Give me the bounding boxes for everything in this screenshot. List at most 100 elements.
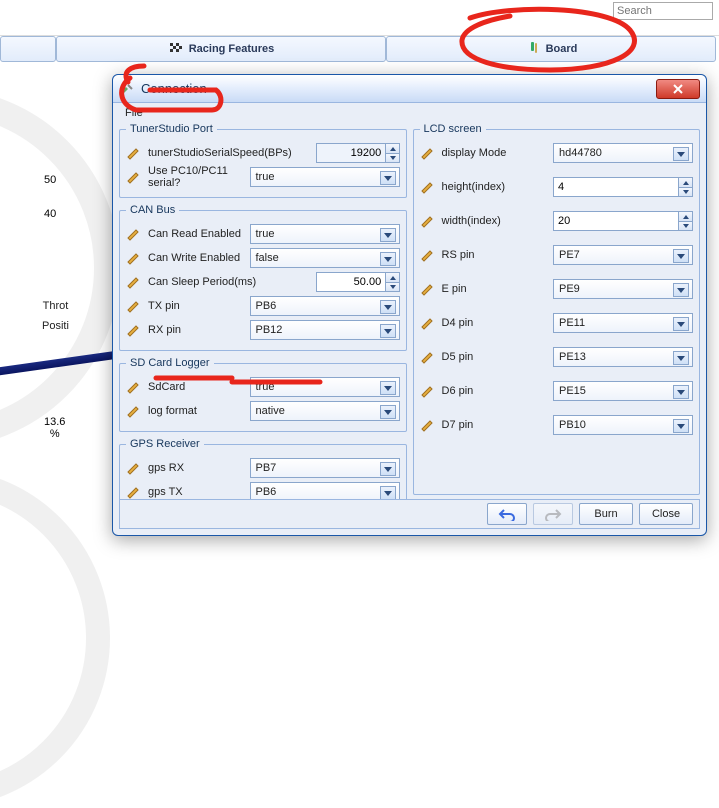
group-legend: TunerStudio Port: [126, 123, 217, 135]
tools-icon: [525, 41, 541, 57]
lcd-rs-combo[interactable]: PE7: [553, 245, 693, 265]
tab-unknown-left[interactable]: [0, 36, 56, 62]
field-label: Can Write Enabled: [146, 252, 246, 264]
can-read-combo[interactable]: true: [250, 224, 400, 244]
dialog-title: Connection: [141, 81, 207, 96]
connection-icon: [119, 81, 135, 97]
dialog-footer: Burn Close: [119, 499, 700, 529]
field-label: D6 pin: [440, 385, 550, 397]
field-label: gps TX: [146, 486, 246, 498]
sdcard-combo[interactable]: true: [250, 377, 400, 397]
pencil-icon: [420, 349, 436, 365]
pencil-icon: [126, 298, 142, 314]
gauge-background: 50 40 Throt Positi 13.6 %: [0, 68, 110, 528]
pencil-icon: [126, 226, 142, 242]
lcd-d5-combo[interactable]: PE13: [553, 347, 693, 367]
pencil-icon: [420, 315, 436, 331]
pencil-icon: [126, 322, 142, 338]
lcd-d4-combo[interactable]: PE11: [553, 313, 693, 333]
spin-up[interactable]: [386, 273, 398, 283]
pencil-icon: [420, 179, 436, 195]
dialog-titlebar[interactable]: Connection: [113, 75, 706, 103]
redo-icon: [544, 507, 562, 521]
gauge-title: Positi: [42, 316, 69, 336]
field-label: display Mode: [440, 147, 550, 159]
pencil-icon: [126, 274, 142, 290]
menu-file[interactable]: File: [119, 105, 149, 121]
field-label: height(index): [440, 181, 550, 193]
group-sd-card-logger: SD Card Logger SdCardtrue log formatnati…: [119, 357, 407, 432]
flag-icon: [168, 41, 184, 57]
pencil-icon: [420, 213, 436, 229]
tab-bar: Racing Features Board: [0, 36, 719, 62]
group-can-bus: CAN Bus Can Read Enabled true Can Write E…: [119, 204, 407, 351]
can-tx-combo[interactable]: PB6: [250, 296, 400, 316]
field-label: tunerStudioSerialSpeed(BPs): [146, 147, 312, 159]
lcd-e-combo[interactable]: PE9: [553, 279, 693, 299]
group-lcd-screen: LCD screen display Modehd44780 height(in…: [413, 123, 701, 495]
field-label: gps RX: [146, 462, 246, 474]
lcd-height-input[interactable]: [553, 177, 693, 197]
pencil-icon: [126, 403, 142, 419]
field-label: D5 pin: [440, 351, 550, 363]
spin-down[interactable]: [386, 154, 398, 163]
gauge-tick: 40: [44, 208, 56, 220]
field-label: RX pin: [146, 324, 246, 336]
gauge-value: 13.6: [44, 416, 65, 428]
redo-button[interactable]: [533, 503, 573, 525]
button-label: Close: [652, 508, 680, 520]
tab-board[interactable]: Board: [386, 36, 716, 62]
lcd-width-input[interactable]: [553, 211, 693, 231]
gauge-tick: 50: [44, 174, 56, 186]
search-box[interactable]: [613, 2, 713, 20]
spin-down[interactable]: [679, 188, 692, 197]
field-label: Can Read Enabled: [146, 228, 246, 240]
close-icon: [672, 84, 684, 94]
spin-up[interactable]: [679, 212, 692, 222]
pencil-icon: [126, 250, 142, 266]
tuner-speed-input[interactable]: [316, 143, 400, 163]
spin-down[interactable]: [386, 283, 398, 292]
usepc-combo[interactable]: true: [250, 167, 400, 187]
pencil-icon: [420, 281, 436, 297]
tab-label: Board: [546, 43, 578, 55]
field-label: log format: [146, 405, 246, 417]
tab-label: Racing Features: [189, 43, 275, 55]
group-legend: SD Card Logger: [126, 357, 214, 369]
spin-up[interactable]: [386, 144, 398, 154]
pencil-icon: [126, 484, 142, 500]
group-tunerstudio-port: TunerStudio Port tunerStudioSerialSpeed(…: [119, 123, 407, 198]
logformat-combo[interactable]: native: [250, 401, 400, 421]
pencil-icon: [420, 145, 436, 161]
group-legend: CAN Bus: [126, 204, 179, 216]
spin-down[interactable]: [679, 222, 692, 231]
pencil-icon: [420, 383, 436, 399]
pencil-icon: [126, 379, 142, 395]
field-label: D4 pin: [440, 317, 550, 329]
can-write-combo[interactable]: false: [250, 248, 400, 268]
burn-button[interactable]: Burn: [579, 503, 633, 525]
lcd-d6-combo[interactable]: PE15: [553, 381, 693, 401]
field-label: Can Sleep Period(ms): [146, 276, 312, 288]
field-label: D7 pin: [440, 419, 550, 431]
spin-up[interactable]: [679, 178, 692, 188]
can-sleep-input[interactable]: [316, 272, 400, 292]
lcd-mode-combo[interactable]: hd44780: [553, 143, 693, 163]
field-label: RS pin: [440, 249, 550, 261]
search-input[interactable]: [614, 3, 712, 19]
undo-icon: [498, 507, 516, 521]
pencil-icon: [126, 169, 142, 185]
close-window-button[interactable]: [656, 79, 700, 99]
field-label: Use PC10/PC11 serial?: [146, 165, 246, 189]
tab-racing-features[interactable]: Racing Features: [56, 36, 386, 62]
lcd-d7-combo[interactable]: PB10: [553, 415, 693, 435]
field-label: width(index): [440, 215, 550, 227]
undo-button[interactable]: [487, 503, 527, 525]
pencil-icon: [420, 247, 436, 263]
can-rx-combo[interactable]: PB12: [250, 320, 400, 340]
gps-rx-combo[interactable]: PB7: [250, 458, 400, 478]
button-label: Burn: [594, 508, 617, 520]
group-legend: GPS Receiver: [126, 438, 204, 450]
close-button[interactable]: Close: [639, 503, 693, 525]
gauge-title: Throt: [42, 296, 69, 316]
